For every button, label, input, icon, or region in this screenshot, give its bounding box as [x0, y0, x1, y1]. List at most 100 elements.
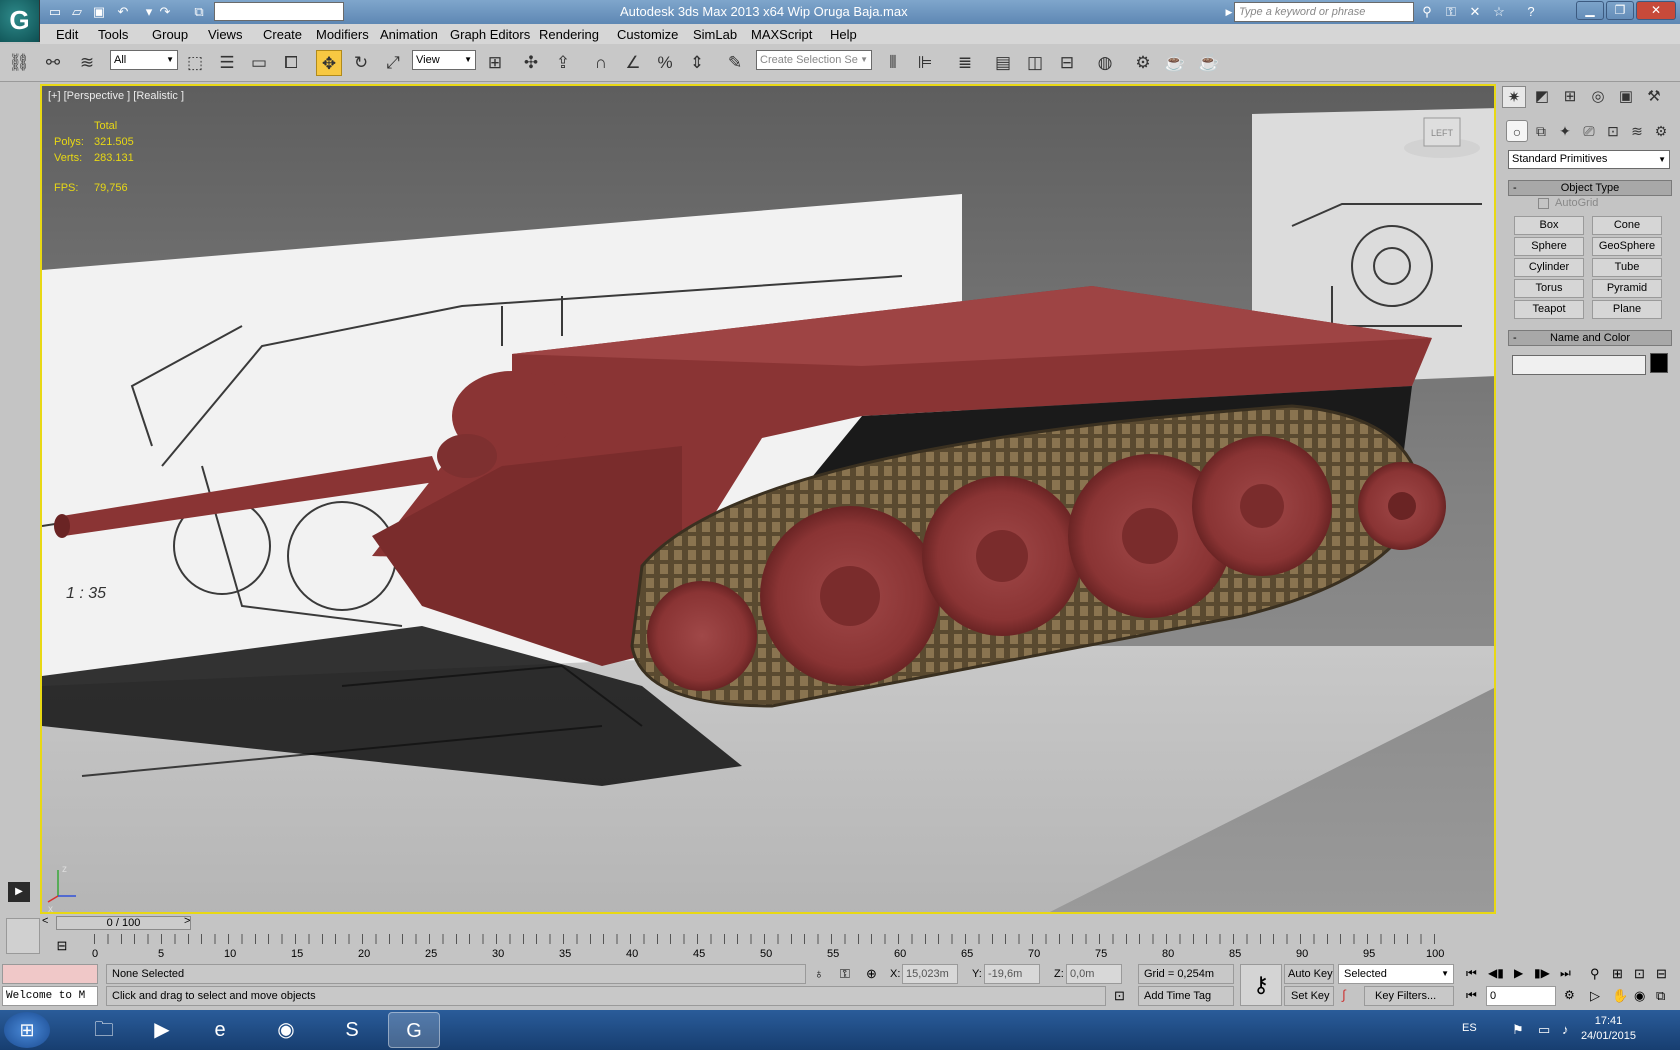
- menu-maxscript[interactable]: MAXScript: [751, 27, 812, 42]
- lights-icon[interactable]: ✦: [1554, 120, 1576, 142]
- default-tangent-icon[interactable]: ∫: [1342, 987, 1346, 1002]
- sphere-button[interactable]: Sphere: [1514, 237, 1584, 256]
- select-object-icon[interactable]: ⬚: [182, 50, 208, 76]
- menu-simlab[interactable]: SimLab: [693, 27, 737, 42]
- selection-filter-select[interactable]: All ▼: [110, 50, 178, 70]
- pan-hand-icon[interactable]: ✋: [1612, 988, 1628, 1004]
- minimize-button[interactable]: ▁: [1576, 1, 1604, 20]
- play-icon[interactable]: ▶: [1514, 966, 1523, 980]
- isolate-selection-icon[interactable]: ♁: [814, 966, 824, 981]
- internet-explorer-icon[interactable]: e: [194, 1012, 246, 1048]
- time-slider[interactable]: < 0 / 100 >: [40, 914, 1496, 932]
- graphite-ribbon-icon[interactable]: ▤: [990, 50, 1016, 76]
- link-icon[interactable]: ⛓: [6, 50, 32, 76]
- binoculars-icon[interactable]: ⚲: [1418, 3, 1436, 21]
- pyramid-button[interactable]: Pyramid: [1592, 279, 1662, 298]
- 3dsmax-taskbar-icon[interactable]: G: [388, 1012, 440, 1048]
- track-bar[interactable]: 0 5 10 15 20 25 30 35 40 45 50 55 60 65 …: [92, 934, 1444, 960]
- communication-x-icon[interactable]: ✕: [1466, 3, 1484, 21]
- zoom-all-icon[interactable]: ⊞: [1612, 966, 1623, 982]
- menu-help[interactable]: Help: [830, 27, 857, 42]
- chevron-right-icon[interactable]: >: [184, 915, 190, 927]
- chevron-left-icon[interactable]: <: [42, 915, 48, 927]
- z-coord-input[interactable]: 0,0m: [1066, 964, 1122, 984]
- spinner-snap-icon[interactable]: ⇕: [684, 50, 710, 76]
- keyboard-shortcut-override-icon[interactable]: ⇪: [550, 50, 576, 76]
- mirror-icon[interactable]: ⫴: [880, 50, 906, 76]
- set-keys-key-icon[interactable]: ⚷: [1240, 964, 1282, 1006]
- name-and-color-rollout[interactable]: - Name and Color: [1508, 330, 1672, 346]
- edit-named-selection-icon[interactable]: ✎: [722, 50, 748, 76]
- render-production-icon[interactable]: ☕: [1196, 50, 1222, 76]
- select-and-scale-icon[interactable]: ⤢: [380, 50, 406, 76]
- align-icon[interactable]: ⊫: [912, 50, 938, 76]
- systems-icon[interactable]: ⚙: [1650, 120, 1672, 142]
- field-of-view-icon[interactable]: ▷: [1590, 988, 1600, 1004]
- redo-icon[interactable]: ↷: [156, 3, 174, 21]
- named-selection-set-input[interactable]: Create Selection Se ▼: [756, 50, 872, 70]
- language-indicator[interactable]: ES: [1462, 1022, 1477, 1034]
- object-category-select[interactable]: Standard Primitives ▼: [1508, 150, 1670, 169]
- help-icon[interactable]: ?: [1522, 3, 1540, 21]
- mini-curve-editor-toggle[interactable]: [6, 918, 40, 954]
- pivot-center-icon[interactable]: ⊞: [482, 50, 508, 76]
- select-by-name-icon[interactable]: ☰: [214, 50, 240, 76]
- volume-icon[interactable]: ♪: [1562, 1022, 1569, 1037]
- autogrid-checkbox[interactable]: AutoGrid: [1538, 197, 1598, 209]
- new-file-icon[interactable]: ▭: [46, 3, 64, 21]
- motion-tab-icon[interactable]: ◎: [1586, 86, 1610, 108]
- selection-lock-icon[interactable]: ⚿: [840, 966, 850, 982]
- subscription-key-icon[interactable]: ⚿: [1442, 3, 1460, 21]
- app-menu-logo[interactable]: G: [0, 0, 40, 42]
- menu-tools[interactable]: Tools: [98, 27, 128, 42]
- key-mode-toggle-icon[interactable]: ⏮: [1466, 988, 1477, 1003]
- maxscript-listener-input[interactable]: Welcome to M: [2, 986, 98, 1006]
- angle-snap-icon[interactable]: ∠: [620, 50, 646, 76]
- orbit-icon[interactable]: ◉: [1634, 988, 1645, 1004]
- menu-graph-editors[interactable]: Graph Editors: [450, 27, 530, 42]
- geometry-icon[interactable]: ○: [1506, 120, 1528, 142]
- modify-tab-icon[interactable]: ◩: [1530, 86, 1554, 108]
- zoom-icon[interactable]: ⚲: [1590, 966, 1600, 982]
- menu-rendering[interactable]: Rendering: [539, 27, 599, 42]
- select-manipulate-icon[interactable]: ✣: [518, 50, 544, 76]
- object-color-swatch[interactable]: [1650, 353, 1668, 373]
- menu-create[interactable]: Create: [263, 27, 302, 42]
- tube-button[interactable]: Tube: [1592, 258, 1662, 277]
- create-tab-icon[interactable]: ✷: [1502, 86, 1526, 108]
- perspective-viewport[interactable]: 1 : 35 LEFT z x [+] [Perspective] [Real…: [40, 84, 1496, 914]
- rendered-frame-window-icon[interactable]: ☕: [1162, 50, 1188, 76]
- curve-editor-icon[interactable]: ◫: [1022, 50, 1048, 76]
- auto-key-button[interactable]: Auto Key: [1284, 964, 1334, 984]
- select-and-rotate-icon[interactable]: ↻: [348, 50, 374, 76]
- system-clock[interactable]: 17:41 24/01/2015: [1581, 1014, 1636, 1044]
- bind-space-warp-icon[interactable]: ≋: [74, 50, 100, 76]
- menu-edit[interactable]: Edit: [56, 27, 78, 42]
- file-explorer-icon[interactable]: 🗀: [78, 1012, 130, 1048]
- time-configuration-icon[interactable]: ⚙: [1564, 988, 1575, 1002]
- display-tab-icon[interactable]: ▣: [1614, 86, 1638, 108]
- maximize-viewport-icon[interactable]: ⧉: [1656, 988, 1665, 1004]
- menu-animation[interactable]: Animation: [380, 27, 438, 42]
- keyword-search-input[interactable]: Type a keyword or phrase: [1234, 2, 1414, 22]
- menu-modifiers[interactable]: Modifiers: [316, 27, 369, 42]
- favorites-star-icon[interactable]: ☆: [1490, 3, 1508, 21]
- maxscript-listener-output[interactable]: [2, 964, 98, 984]
- media-player-icon[interactable]: ▶: [136, 1012, 188, 1048]
- play-expand-icon[interactable]: ▶: [8, 882, 30, 902]
- network-icon[interactable]: ▭: [1538, 1022, 1550, 1038]
- select-and-move-icon[interactable]: ✥: [316, 50, 342, 76]
- object-name-input[interactable]: [1512, 355, 1646, 375]
- save-file-icon[interactable]: ▣: [90, 3, 108, 21]
- add-time-tag-button[interactable]: Add Time Tag: [1138, 986, 1234, 1006]
- render-setup-icon[interactable]: ⚙: [1130, 50, 1156, 76]
- zoom-extents-icon[interactable]: ⊡: [1634, 966, 1645, 982]
- undo-icon[interactable]: ↶: [114, 3, 132, 21]
- shapes-icon[interactable]: ⧉: [1530, 120, 1552, 142]
- menu-group[interactable]: Group: [152, 27, 188, 42]
- absolute-mode-icon[interactable]: ⊕: [866, 966, 877, 982]
- hierarchy-tab-icon[interactable]: ⊞: [1558, 86, 1582, 108]
- teapot-button[interactable]: Teapot: [1514, 300, 1584, 319]
- zoom-extents-all-icon[interactable]: ⊟: [1656, 966, 1667, 982]
- schematic-view-icon[interactable]: ⊟: [1054, 50, 1080, 76]
